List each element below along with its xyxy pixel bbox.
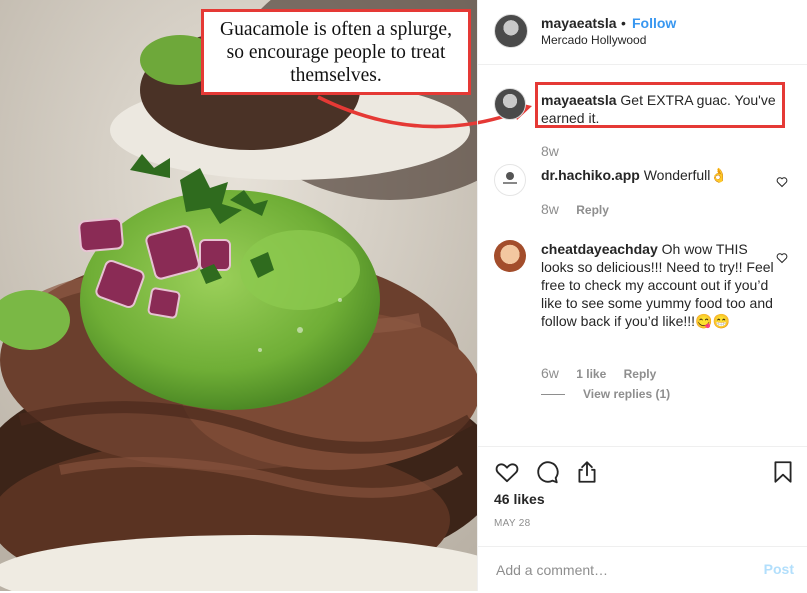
replies-divider — [541, 394, 565, 395]
separator-dot: • — [621, 15, 626, 31]
reply-button[interactable]: Reply — [576, 203, 609, 217]
post-photo[interactable]: Guacamole is often a splurge, so encoura… — [0, 0, 477, 591]
caption-highlight-box — [535, 82, 785, 128]
annotation-text: Guacamole is often a splurge, so encoura… — [220, 18, 452, 86]
post-date[interactable]: MAY 28 — [494, 518, 530, 529]
add-comment-bar: Post — [478, 546, 807, 593]
comment-meta: 8w Reply — [541, 201, 623, 217]
comment-text: Wonderfull👌 — [643, 167, 728, 183]
reply-button[interactable]: Reply — [624, 367, 657, 381]
commenter-username[interactable]: dr.hachiko.app — [541, 167, 640, 183]
commenter-avatar[interactable] — [494, 164, 526, 196]
view-replies-button[interactable]: View replies (1) — [583, 387, 684, 401]
likes-count[interactable]: 46 likes — [494, 491, 545, 507]
bookmark-icon[interactable] — [770, 459, 796, 485]
comment-input[interactable] — [494, 557, 748, 583]
post-comment-button[interactable]: Post — [764, 561, 794, 577]
heart-icon[interactable] — [494, 459, 520, 485]
author-username[interactable]: mayaeatsla — [541, 15, 617, 31]
hachiko-logo-icon — [503, 172, 517, 184]
like-comment-heart-icon[interactable] — [776, 252, 788, 264]
comment-body: cheatdayeachday Oh wow THIS looks so del… — [541, 240, 781, 330]
comment-body: dr.hachiko.app Wonderfull👌 — [541, 166, 781, 184]
comment-time[interactable]: 6w — [541, 365, 559, 381]
annotation-box: Guacamole is often a splurge, so encoura… — [201, 9, 471, 95]
post-actions: 46 likes MAY 28 Post — [478, 446, 807, 592]
location-link[interactable]: Mercado Hollywood — [541, 33, 646, 47]
share-icon[interactable] — [574, 459, 600, 485]
comment-icon[interactable] — [534, 459, 560, 485]
comment-likes-count[interactable]: 1 like — [576, 367, 606, 381]
commenter-avatar[interactable] — [494, 240, 526, 272]
commenter-avatar[interactable] — [494, 88, 526, 120]
follow-button[interactable]: Follow — [632, 15, 676, 31]
post-header: mayaeatsla • Follow Mercado Hollywood — [478, 0, 807, 65]
author-avatar[interactable] — [494, 14, 528, 48]
like-comment-heart-icon[interactable] — [776, 176, 788, 188]
comment-meta: 8w — [541, 143, 573, 159]
comment-time[interactable]: 8w — [541, 201, 559, 217]
comment-time[interactable]: 8w — [541, 143, 559, 159]
view-replies-label: View replies (1) — [583, 387, 671, 401]
comment-meta: 6w 1 like Reply — [541, 365, 670, 381]
commenter-username[interactable]: cheatdayeachday — [541, 241, 658, 257]
